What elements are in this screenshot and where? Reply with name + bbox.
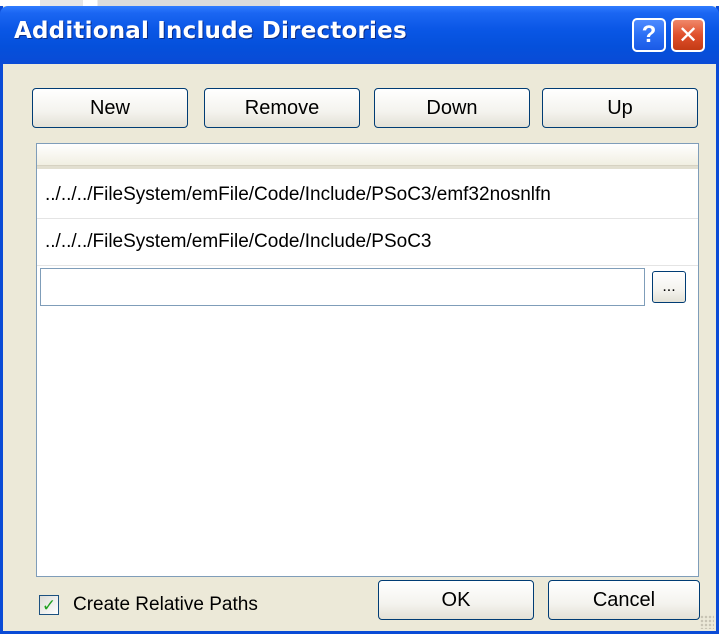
help-button[interactable]: ? (632, 18, 666, 52)
title-bar[interactable]: Additional Include Directories ? ✕ (0, 6, 719, 64)
new-entry-row: ... (37, 266, 698, 310)
remove-button[interactable]: Remove (204, 88, 360, 128)
move-up-button[interactable]: Up (542, 88, 698, 128)
relative-paths-label[interactable]: Create Relative Paths (73, 594, 258, 616)
resize-grip-icon[interactable] (700, 615, 714, 629)
directory-path-input[interactable] (40, 268, 645, 306)
ok-button[interactable]: OK (378, 580, 534, 620)
directory-path: ../../../FileSystem/emFile/Code/Include/… (45, 231, 432, 252)
check-mark-icon: ✓ (41, 595, 57, 615)
move-down-button[interactable]: Down (374, 88, 530, 128)
directory-path: ../../../FileSystem/emFile/Code/Include/… (45, 184, 551, 205)
list-item[interactable]: ../../../FileSystem/emFile/Code/Include/… (37, 172, 698, 219)
list-item[interactable]: ../../../FileSystem/emFile/Code/Include/… (37, 219, 698, 266)
relative-paths-option[interactable]: ✓ Create Relative Paths (39, 594, 258, 616)
close-button[interactable]: ✕ (671, 18, 705, 52)
directory-list[interactable]: ../../../FileSystem/emFile/Code/Include/… (36, 143, 699, 577)
new-button[interactable]: New (32, 88, 188, 128)
window-title: Additional Include Directories (14, 18, 407, 44)
ellipsis-icon: ... (662, 278, 676, 295)
cancel-button[interactable]: Cancel (548, 580, 700, 620)
relative-paths-checkbox[interactable]: ✓ (39, 595, 59, 615)
browse-button[interactable]: ... (652, 271, 686, 303)
question-mark-icon: ? (641, 21, 657, 48)
close-icon: ✕ (677, 21, 699, 49)
list-column-header (37, 144, 698, 169)
include-directories-dialog: Additional Include Directories ? ✕ New R… (0, 6, 719, 634)
